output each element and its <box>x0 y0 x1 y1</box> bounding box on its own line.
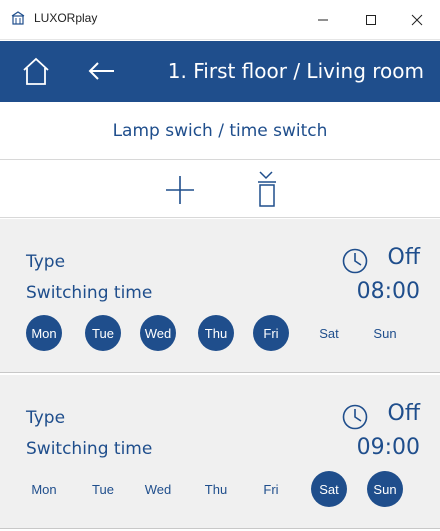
day-fri[interactable]: Fri <box>253 315 289 351</box>
toolbar <box>0 160 440 218</box>
day-wed[interactable]: Wed <box>140 471 176 507</box>
maximize-button[interactable] <box>348 0 394 40</box>
switch-mode: Off <box>387 245 420 270</box>
day-wed[interactable]: Wed <box>140 315 176 351</box>
timer-list: Type Switching time Off 08:00 Mon Tue We… <box>0 219 440 531</box>
day-sat[interactable]: Sat <box>311 471 347 507</box>
day-fri[interactable]: Fri <box>253 471 289 507</box>
switching-time-label: Switching time <box>26 283 153 303</box>
timer-entry[interactable]: Type Switching time Off 09:00 Mon Tue We… <box>0 375 440 529</box>
day-thu[interactable]: Thu <box>198 471 234 507</box>
window-titlebar: LUXORplay <box>0 0 440 40</box>
switch-mode: Off <box>387 401 420 426</box>
home-icon <box>23 57 49 85</box>
day-tue[interactable]: Tue <box>85 471 121 507</box>
back-arrow-icon <box>88 62 114 80</box>
timer-icon <box>342 404 368 430</box>
device-name: Lamp swich / time switch <box>0 102 440 160</box>
day-sun[interactable]: Sun <box>367 471 403 507</box>
app-header: 1. First floor / Living room <box>0 41 440 102</box>
app-logo-icon <box>10 10 26 26</box>
close-button[interactable] <box>394 0 440 40</box>
timer-icon <box>342 248 368 274</box>
weekday-selector: Mon Tue Wed Thu Fri Sat Sun <box>0 315 440 351</box>
page-title: 1. First floor / Living room <box>167 59 424 83</box>
day-sun[interactable]: Sun <box>367 315 403 351</box>
switching-time-label: Switching time <box>26 439 153 459</box>
timer-entry[interactable]: Type Switching time Off 08:00 Mon Tue We… <box>0 219 440 373</box>
type-label: Type <box>26 252 66 272</box>
minimize-icon <box>318 19 328 21</box>
weekday-selector: Mon Tue Wed Thu Fri Sat Sun <box>0 471 440 507</box>
switching-time-value: 08:00 <box>356 279 420 304</box>
window-title: LUXORplay <box>34 11 98 25</box>
day-sat[interactable]: Sat <box>311 315 347 351</box>
close-icon <box>411 14 423 26</box>
day-thu[interactable]: Thu <box>198 315 234 351</box>
delete-button[interactable] <box>252 168 282 210</box>
day-mon[interactable]: Mon <box>26 471 62 507</box>
home-button[interactable] <box>18 53 54 89</box>
minimize-button[interactable] <box>300 0 346 40</box>
maximize-icon <box>366 15 376 25</box>
day-tue[interactable]: Tue <box>85 315 121 351</box>
back-button[interactable] <box>84 53 120 89</box>
plus-icon <box>166 176 194 204</box>
type-label: Type <box>26 408 66 428</box>
switching-time-value: 09:00 <box>356 435 420 460</box>
trash-icon <box>258 171 276 207</box>
add-button[interactable] <box>162 172 198 208</box>
day-mon[interactable]: Mon <box>26 315 62 351</box>
